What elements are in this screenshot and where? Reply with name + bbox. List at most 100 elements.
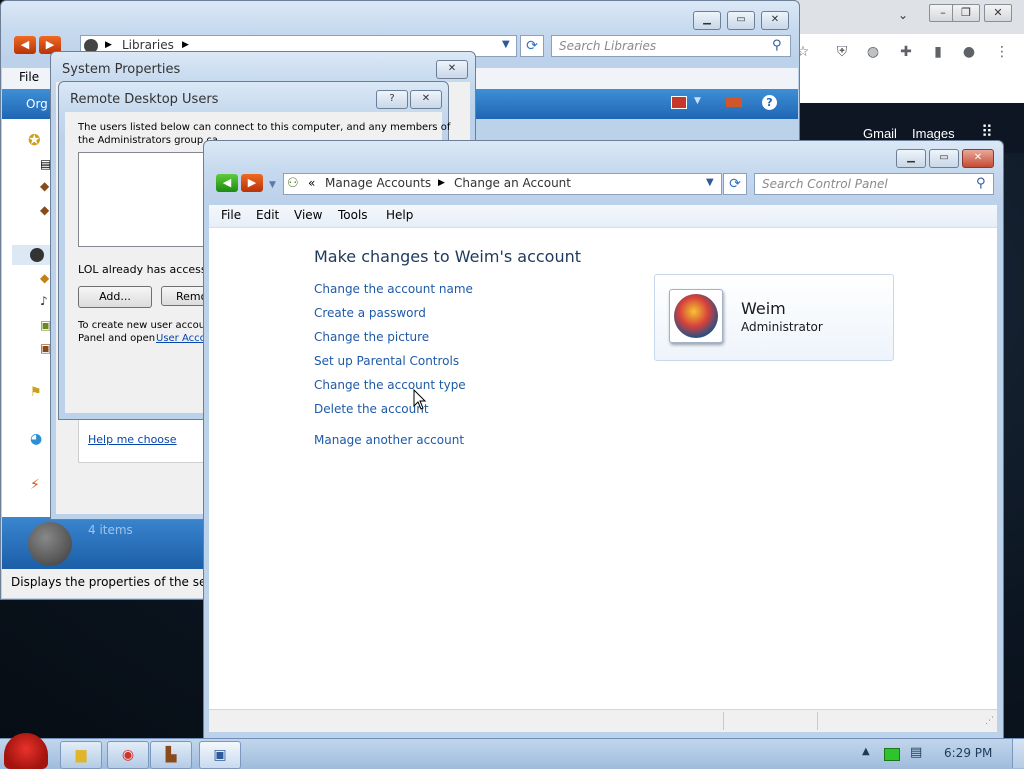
profile-avatar-icon[interactable]: ● — [960, 43, 978, 61]
network-icon[interactable]: ⚡ — [30, 477, 40, 493]
control-panel-address-bar[interactable]: ⚇ « Manage Accounts ▶ Change an Account … — [283, 173, 722, 195]
recent-places-icon[interactable]: ◆ — [40, 203, 49, 217]
view-dropdown-icon[interactable]: ▼ — [694, 96, 701, 106]
breadcrumb-manage-accounts[interactable]: Manage Accounts — [325, 176, 431, 190]
apps-grid-icon[interactable]: ⠿ — [981, 122, 993, 141]
flag-extension-icon[interactable]: ◍ — [864, 43, 882, 61]
breadcrumb-change-account[interactable]: Change an Account — [454, 176, 571, 190]
control-panel-close-button[interactable]: ✕ — [962, 149, 994, 168]
change-account-name-link[interactable]: Change the account name — [314, 282, 473, 296]
chrome-icon: ◉ — [121, 747, 135, 763]
help-icon[interactable]: ? — [762, 95, 777, 110]
account-type: Administrator — [741, 320, 823, 334]
taskbar-chrome-button[interactable]: ◉ — [107, 741, 149, 769]
mouse-cursor-icon — [413, 389, 427, 410]
dialog-help-button[interactable]: ? — [376, 90, 408, 109]
menu-view[interactable]: View — [294, 208, 322, 222]
control-panel-forward-button[interactable]: ▶ — [241, 174, 263, 192]
address-dropdown-icon[interactable]: ▼ — [706, 177, 714, 188]
control-panel-refresh-button[interactable]: ⟳ — [723, 173, 747, 195]
breadcrumb-arrow-icon: ▶ — [438, 178, 445, 188]
browser-menu-icon[interactable]: ⋮ — [993, 43, 1011, 61]
parental-controls-link[interactable]: Set up Parental Controls — [314, 354, 459, 368]
libraries-back-button[interactable]: ◀ — [14, 36, 36, 54]
system-properties-title: System Properties — [62, 62, 181, 77]
manage-another-account-link[interactable]: Manage another account — [314, 433, 464, 447]
control-panel-minimize-button[interactable]: ▁ — [896, 149, 926, 168]
menu-edit[interactable]: Edit — [256, 208, 279, 222]
start-button-angry-bird-icon[interactable] — [4, 733, 48, 769]
user-accounts-link[interactable]: User Acco — [156, 333, 206, 344]
folder-icon: ▆ — [75, 747, 87, 763]
extensions-puzzle-icon[interactable]: ✚ — [897, 43, 915, 61]
address-dropdown-icon[interactable]: ▼ — [502, 39, 510, 50]
libraries-refresh-button[interactable]: ⟳ — [520, 35, 544, 57]
system-properties-close-button[interactable]: ✕ — [436, 60, 468, 79]
control-panel-back-button[interactable]: ◀ — [216, 174, 238, 192]
remote-desktop-users-title: Remote Desktop Users — [70, 92, 219, 107]
libraries-close-button[interactable]: ✕ — [761, 11, 789, 30]
control-panel-search-icon[interactable]: ⚲ — [976, 176, 986, 191]
recent-pages-dropdown-icon[interactable]: ▼ — [269, 180, 276, 190]
computer-icon[interactable]: ◕ — [30, 431, 42, 447]
battery-icon[interactable] — [884, 748, 900, 761]
music-library-icon[interactable]: ♪ — [40, 294, 48, 308]
libraries-status-text: Displays the properties of the sel — [11, 575, 210, 589]
delete-account-link[interactable]: Delete the account — [314, 402, 429, 416]
libraries-search-icon[interactable]: ⚲ — [772, 38, 782, 53]
change-account-type-link[interactable]: Change the account type — [314, 378, 466, 392]
homegroup-icon[interactable]: ⚑ — [30, 385, 42, 400]
favorites-star-icon[interactable]: ✪ — [28, 131, 41, 149]
help-me-choose-link[interactable]: Help me choose — [88, 433, 177, 446]
create-note-line-1: To create new user accoun — [78, 320, 212, 331]
browser-close-button[interactable]: ✕ — [984, 4, 1012, 22]
libraries-maximize-button[interactable]: ▭ — [727, 11, 755, 30]
create-password-link[interactable]: Create a password — [314, 306, 426, 320]
change-picture-link[interactable]: Change the picture — [314, 330, 429, 344]
user-accounts-location-icon: ⚇ — [287, 176, 299, 191]
browser-restore-button[interactable]: ❐ — [952, 4, 980, 22]
show-desktop-button[interactable] — [1012, 739, 1024, 768]
account-avatar-icon — [674, 294, 718, 338]
organize-button[interactable]: Org — [26, 97, 48, 111]
libraries-search-input[interactable]: Search Libraries — [551, 35, 791, 57]
resize-grip-icon[interactable]: ⋰ — [985, 716, 994, 726]
menu-help[interactable]: Help — [386, 208, 413, 222]
downloads-folder-icon[interactable]: ◆ — [40, 179, 49, 193]
taskbar: ▆ ◉ ▙ ▣ ▲ ▤ 6:29 PM — [0, 733, 1024, 769]
taskbar-explorer-button[interactable]: ▆ — [60, 741, 102, 769]
users-listbox[interactable] — [78, 152, 220, 247]
show-hidden-icons-icon[interactable]: ▲ — [862, 746, 870, 757]
taskbar-system-button[interactable]: ▙ — [150, 741, 192, 769]
images-link[interactable]: Images — [912, 126, 955, 141]
menu-tools[interactable]: Tools — [338, 208, 368, 222]
control-panel-menubar: File Edit View Tools Help — [209, 205, 997, 228]
libraries-menu-file[interactable]: File — [19, 70, 39, 84]
access-note: LOL already has access. — [78, 263, 211, 276]
browser-tab-dropdown-icon[interactable]: ⌄ — [898, 8, 908, 22]
control-panel-maximize-button[interactable]: ▭ — [929, 149, 959, 168]
network-tray-icon[interactable]: ▤ — [910, 745, 922, 760]
preview-pane-icon[interactable] — [726, 97, 742, 107]
status-divider — [817, 712, 818, 730]
gmail-link[interactable]: Gmail — [863, 126, 897, 141]
libraries-nav-icon — [30, 248, 44, 262]
clock[interactable]: 6:29 PM — [944, 746, 992, 760]
library-thumbnail-icon — [28, 522, 72, 566]
menu-file[interactable]: File — [221, 208, 241, 222]
account-picture — [669, 289, 723, 343]
libraries-minimize-button[interactable]: ▁ — [693, 11, 721, 30]
add-user-button[interactable]: Add... — [78, 286, 152, 308]
documents-library-icon[interactable]: ◆ — [40, 271, 49, 285]
ublock-extension-icon[interactable]: ⛨ — [833, 43, 851, 61]
view-options-icon[interactable] — [671, 96, 687, 109]
control-panel-search-input[interactable]: Search Control Panel — [754, 173, 994, 195]
page-heading: Make changes to Weim's account — [314, 247, 582, 266]
control-panel-window: ▁ ▭ ✕ ◀ ▶ ▼ ⚇ « Manage Accounts ▶ Change… — [203, 140, 1004, 740]
dialog-close-button[interactable]: ✕ — [410, 90, 442, 109]
side-panel-icon[interactable]: ▮ — [929, 43, 947, 61]
breadcrumb-overflow-icon[interactable]: « — [308, 176, 315, 190]
breadcrumb-arrow-icon: ▶ — [182, 40, 189, 50]
control-panel-status-bar: ⋰ — [209, 709, 997, 732]
taskbar-control-panel-button[interactable]: ▣ — [199, 741, 241, 769]
